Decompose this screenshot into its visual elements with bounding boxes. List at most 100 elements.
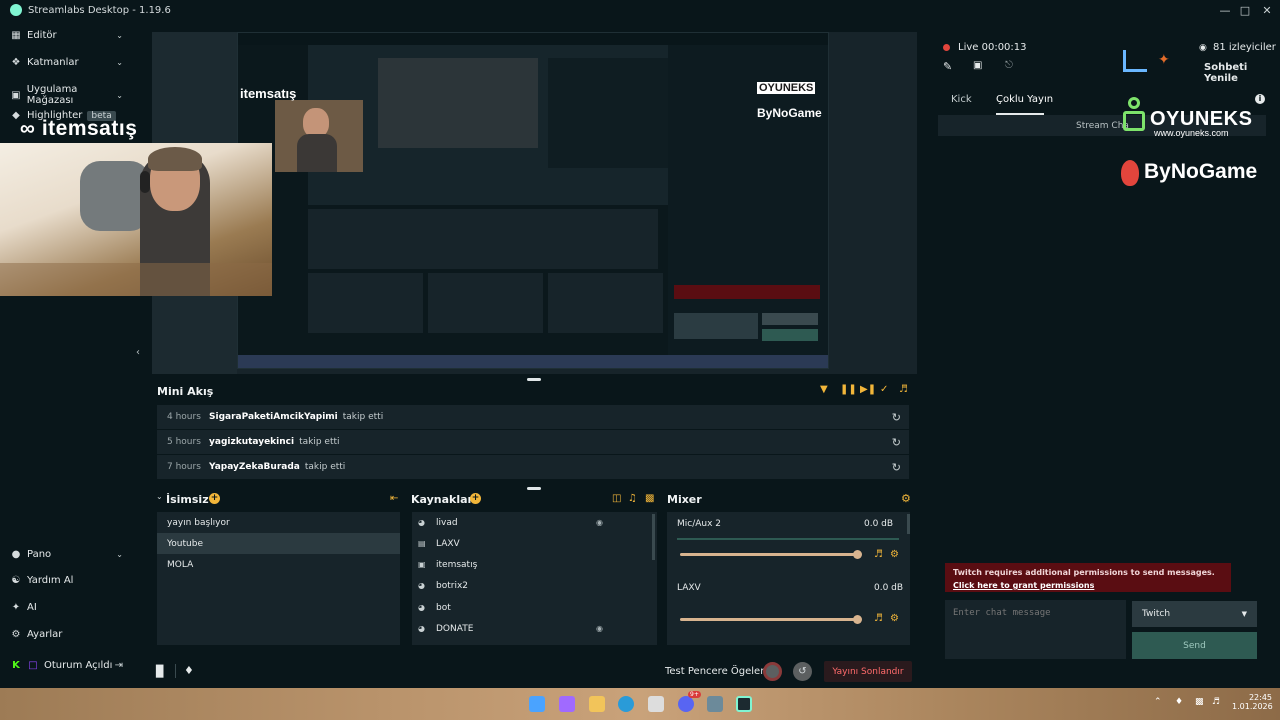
mixer-settings-icon[interactable]: ⚙ — [901, 492, 911, 505]
microphone-icon[interactable]: ♦ — [1175, 697, 1183, 707]
source-item[interactable]: ◕ DONATE ◉ — [412, 618, 657, 639]
itemsatis-logo: ∞ itemsatış — [20, 117, 137, 141]
lock-icon[interactable]: ◉ — [596, 518, 603, 527]
chevron-down-icon[interactable]: ⌄ — [156, 492, 163, 501]
add-source-icon[interactable]: + — [470, 493, 481, 504]
maximize-icon[interactable]: □ — [1234, 0, 1256, 20]
platform-select[interactable]: Twitch ▼ — [1132, 601, 1257, 627]
pause-icon[interactable]: ❚❚ — [840, 384, 857, 395]
app-icon[interactable] — [707, 696, 723, 712]
record-button[interactable] — [763, 662, 782, 681]
mixer-title: Mixer — [667, 493, 702, 506]
lock-icon[interactable]: ◉ — [596, 624, 603, 633]
volume-slider-thumb[interactable] — [853, 615, 862, 624]
scene-transitions-icon[interactable]: ⇤ — [390, 493, 398, 504]
sidebar-item-ai[interactable]: ✦ AI — [10, 602, 125, 613]
refresh-chat-button[interactable]: Sohbeti Yenile — [1204, 62, 1280, 84]
edge-icon[interactable] — [618, 696, 634, 712]
mixer-channel-name: Mic/Aux 2 — [677, 519, 722, 529]
source-label: itemsatış — [436, 559, 478, 570]
taskbar — [0, 688, 1280, 720]
sidebar-item-settings[interactable]: ⚙ Ayarlar — [10, 629, 125, 640]
skip-icon[interactable]: ▶❚ — [860, 384, 876, 395]
collapse-left-icon[interactable]: ‹ — [136, 347, 140, 358]
feed-row: 7 hours YapayZekaBurada takip etti ↻ — [157, 455, 909, 479]
sidebar-item-logged-in[interactable]: K □ Oturum Açıldı ⇥ — [10, 660, 125, 671]
clock-time: 22:45 — [1248, 693, 1272, 702]
itemsatis-mini-logo: itemsatış — [240, 86, 297, 101]
replay-buffer-button[interactable]: ↺ — [793, 662, 812, 681]
send-button[interactable]: Send — [1132, 632, 1257, 659]
minimize-icon[interactable]: — — [1214, 0, 1236, 20]
tray-chevron-up-icon[interactable]: ⌃ — [1154, 697, 1162, 707]
sidebar-item-app-store[interactable]: ▣ Uygulama Mağazası ⌄ — [10, 84, 125, 106]
test-widgets-label[interactable]: Test Pencere Ögeleri — [665, 666, 767, 677]
sidebar-item-help[interactable]: ☯ Yardım Al — [10, 575, 125, 586]
volume-slider[interactable] — [680, 615, 862, 624]
speaker-icon[interactable]: ♬ — [874, 549, 883, 560]
scene-item[interactable]: yayın başlıyor — [157, 512, 400, 533]
streamer-logo-icon — [1123, 50, 1147, 72]
source-item[interactable]: ◕ bot — [412, 597, 657, 618]
source-item[interactable]: ▤ LAXV — [412, 533, 657, 554]
scene-item-selected[interactable]: Youtube — [157, 533, 400, 554]
volume-tray-icon[interactable]: ♬ — [1212, 697, 1220, 707]
tab-multistream[interactable]: Çoklu Yayın — [996, 94, 1053, 105]
share-icon[interactable]: ⎋ — [1005, 60, 1013, 71]
windows-start-icon[interactable] — [529, 696, 545, 712]
performance-icon[interactable]: ▉ — [156, 665, 164, 678]
sidebar-item-layers[interactable]: ❖ Katmanlar ⌄ — [10, 57, 125, 68]
bynogame-mini-logo: ByNoGame — [757, 106, 822, 120]
replay-icon[interactable]: ↻ — [892, 436, 901, 449]
volume-icon[interactable]: ♬ — [899, 384, 908, 395]
file-explorer-icon[interactable] — [589, 696, 605, 712]
notifications-icon[interactable]: ♦ — [184, 664, 194, 677]
logout-icon[interactable]: ⇥ — [115, 660, 123, 671]
ai-icon: ✦ — [11, 602, 21, 613]
streamlabs-taskbar-icon[interactable] — [736, 696, 752, 712]
scene-item[interactable]: MOLA — [157, 554, 400, 575]
drag-handle[interactable] — [527, 378, 541, 381]
live-timer: Live 00:00:13 — [958, 42, 1027, 53]
volume-slider-thumb[interactable] — [853, 550, 862, 559]
add-folder-icon[interactable]: ▩ — [645, 493, 654, 504]
source-folder-icon[interactable]: ◫ — [612, 493, 621, 504]
source-audio-icon[interactable]: ♫ — [628, 493, 637, 504]
end-stream-button[interactable]: Yayını Sonlandır — [824, 661, 912, 682]
add-scene-icon[interactable]: + — [209, 493, 220, 504]
discord-icon[interactable] — [678, 696, 694, 712]
speaker-icon[interactable]: ♬ — [874, 613, 883, 624]
sidebar-item-label: AI — [27, 602, 37, 613]
tab-kick[interactable]: Kick — [951, 94, 972, 105]
drag-handle[interactable] — [527, 487, 541, 490]
filter-icon[interactable]: ▼ — [820, 384, 828, 395]
sidebar-item-editor[interactable]: ▦ Editör ⌄ — [10, 30, 125, 41]
copilot-icon[interactable] — [559, 696, 575, 712]
source-item[interactable]: ▣ itemsatış — [412, 554, 657, 575]
grant-permissions-link[interactable]: Click here to grant permissions — [953, 581, 1094, 590]
clock-date: 1.01.2026 — [1232, 702, 1273, 711]
replay-icon[interactable]: ↻ — [892, 411, 901, 424]
mixer-list — [667, 512, 910, 645]
mute-alerts-icon[interactable]: ✓ — [880, 384, 888, 395]
source-item[interactable]: ◕ livad ◉ — [412, 512, 657, 533]
chat-input[interactable] — [945, 600, 1126, 659]
info-icon[interactable]: i — [1255, 94, 1265, 104]
channel-settings-icon[interactable]: ⚙ — [890, 613, 899, 624]
file-icon: ▤ — [418, 539, 426, 548]
source-item[interactable]: ◕ botrix2 — [412, 575, 657, 596]
close-icon[interactable]: ✕ — [1256, 0, 1278, 20]
replay-icon[interactable]: ↻ — [892, 461, 901, 474]
mixer-scrollbar[interactable] — [907, 514, 910, 534]
sidebar-item-dashboard[interactable]: ● Pano ⌄ — [10, 549, 125, 560]
clock[interactable]: 22:45 1.01.2026 — [1232, 693, 1273, 711]
camera-icon[interactable]: ▣ — [973, 60, 982, 71]
channel-settings-icon[interactable]: ⚙ — [890, 549, 899, 560]
edit-stream-info-icon[interactable]: ✎ — [943, 60, 952, 73]
streamlabs-logo-icon — [10, 4, 22, 16]
store-app-icon[interactable] — [648, 696, 664, 712]
network-icon[interactable]: ▩ — [1195, 697, 1204, 707]
volume-slider[interactable] — [680, 550, 862, 559]
live-indicator-icon — [943, 44, 950, 51]
chevron-down-icon: ⌄ — [116, 31, 123, 40]
